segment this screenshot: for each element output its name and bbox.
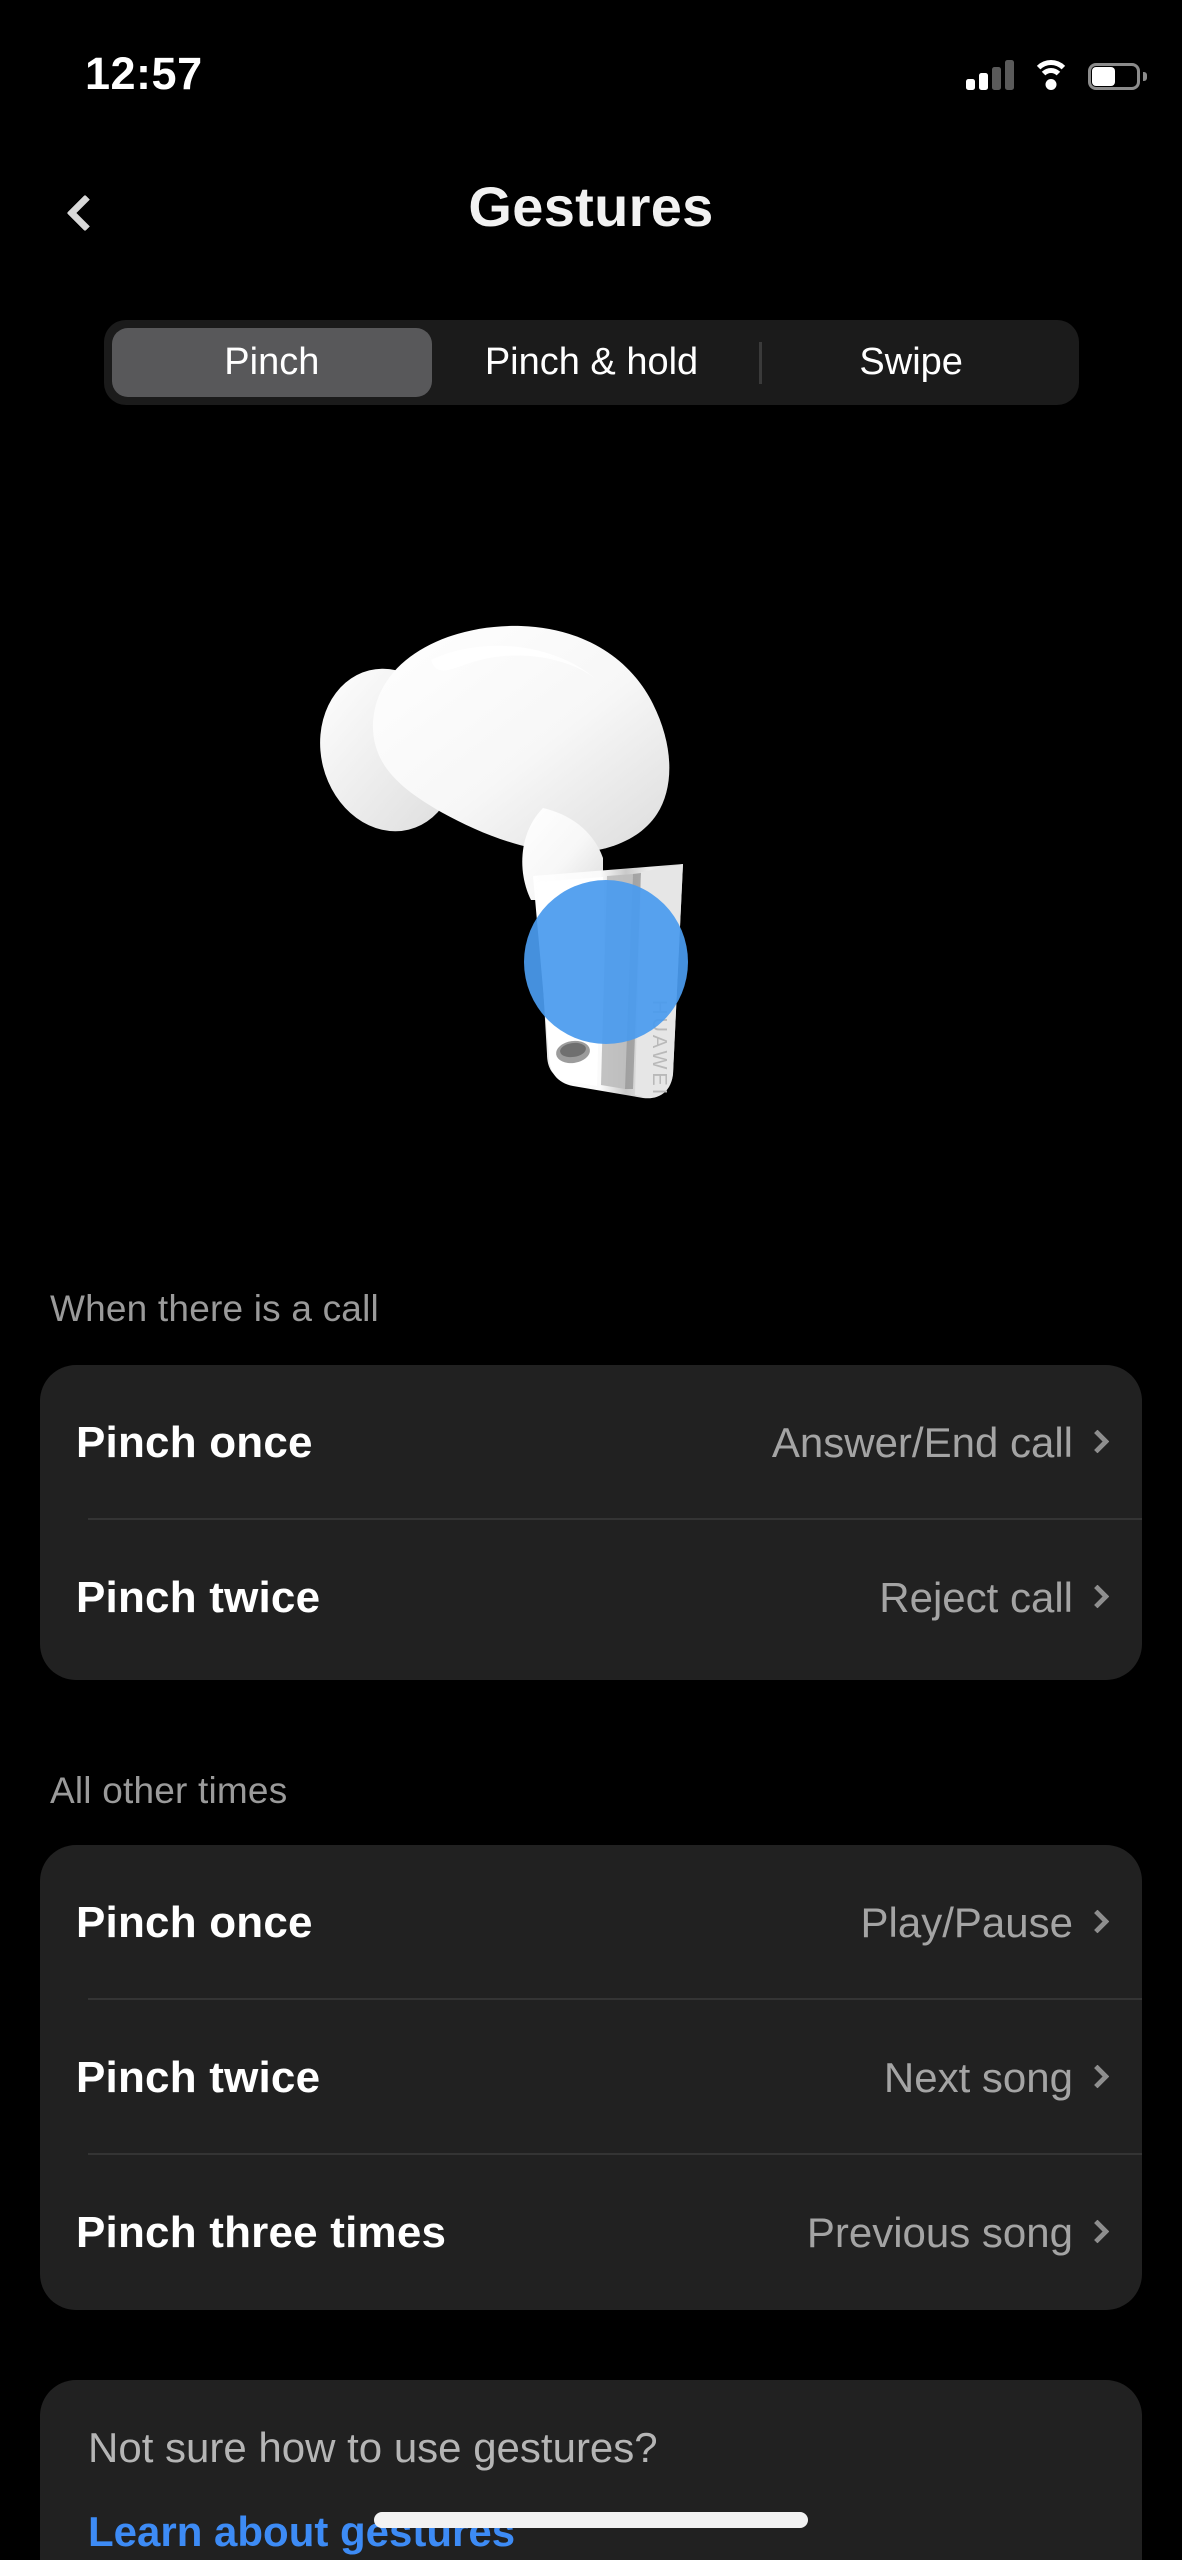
row-value: Reject call [879,1573,1073,1621]
home-indicator[interactable] [374,2512,808,2528]
chevron-right-icon [1085,1909,1110,1934]
table-row[interactable]: Pinch twice Next song [40,2000,1142,2155]
help-title: Not sure how to use gestures? [88,2424,658,2471]
touch-area-highlight [524,880,688,1044]
chevron-right-icon [1085,1429,1110,1454]
status-bar-indicators [966,52,1147,90]
help-card: Not sure how to use gestures? Learn abou… [40,2380,1142,2560]
row-value-group: Next song [883,2053,1110,2102]
tab-divider [759,342,762,384]
tab-pinch-and-hold[interactable]: Pinch & hold [432,328,752,397]
cellular-signal-icon [966,60,1014,90]
status-bar: 12:57 [0,0,1182,118]
section-header-all-other-times: All other times [50,1770,288,1811]
table-row[interactable]: Pinch three times Previous song [40,2155,1142,2310]
table-row[interactable]: Pinch once Answer/End call [40,1365,1142,1520]
earbud-graphic: HUAWEI [320,625,688,1099]
navigation-bar: Gestures [0,150,1182,270]
row-value: Play/Pause [860,1898,1073,1946]
page-title: Gestures [468,175,714,238]
tab-pinch-and-hold-label: Pinch & hold [484,341,699,383]
chevron-right-icon [1085,2064,1110,2089]
row-value-group: Play/Pause [860,1898,1110,1947]
row-label: Pinch three times [76,2207,447,2257]
section-header-when-there-is-a-call: When there is a call [50,1288,379,1329]
table-row[interactable]: Pinch twice Reject call [40,1520,1142,1675]
status-bar-time: 12:57 [85,48,203,99]
tab-pinch[interactable]: Pinch [112,328,432,397]
other-gestures-card: Pinch once Play/Pause Pinch twice Next s… [40,1845,1142,2310]
wifi-icon [1031,60,1071,90]
row-value-group: Reject call [879,1573,1110,1622]
row-value: Next song [883,2053,1073,2101]
row-label: Pinch once [76,1417,313,1467]
tab-pinch-label: Pinch [224,341,320,383]
phone-screen: 12:57 Gestures Pinch Pinch & hold Swipe … [0,0,1182,2560]
gesture-type-tabs: Pinch Pinch & hold Swipe [104,320,1079,405]
row-value-group: Previous song [806,2208,1110,2257]
call-gestures-card: Pinch once Answer/End call Pinch twice R… [40,1365,1142,1680]
chevron-right-icon [1085,1584,1110,1609]
row-label: Pinch twice [76,1572,321,1622]
table-row[interactable]: Pinch once Play/Pause [40,1845,1142,2000]
row-value: Answer/End call [771,1418,1073,1466]
row-label: Pinch once [76,1897,313,1947]
earbud-illustration: HUAWEI [0,600,1182,1160]
row-value: Previous song [806,2208,1073,2256]
tab-swipe[interactable]: Swipe [751,328,1071,397]
row-label: Pinch twice [76,2052,321,2102]
row-value-group: Answer/End call [771,1418,1110,1467]
tab-swipe-label: Swipe [859,341,963,383]
chevron-right-icon [1085,2219,1110,2244]
battery-icon [1088,63,1147,90]
